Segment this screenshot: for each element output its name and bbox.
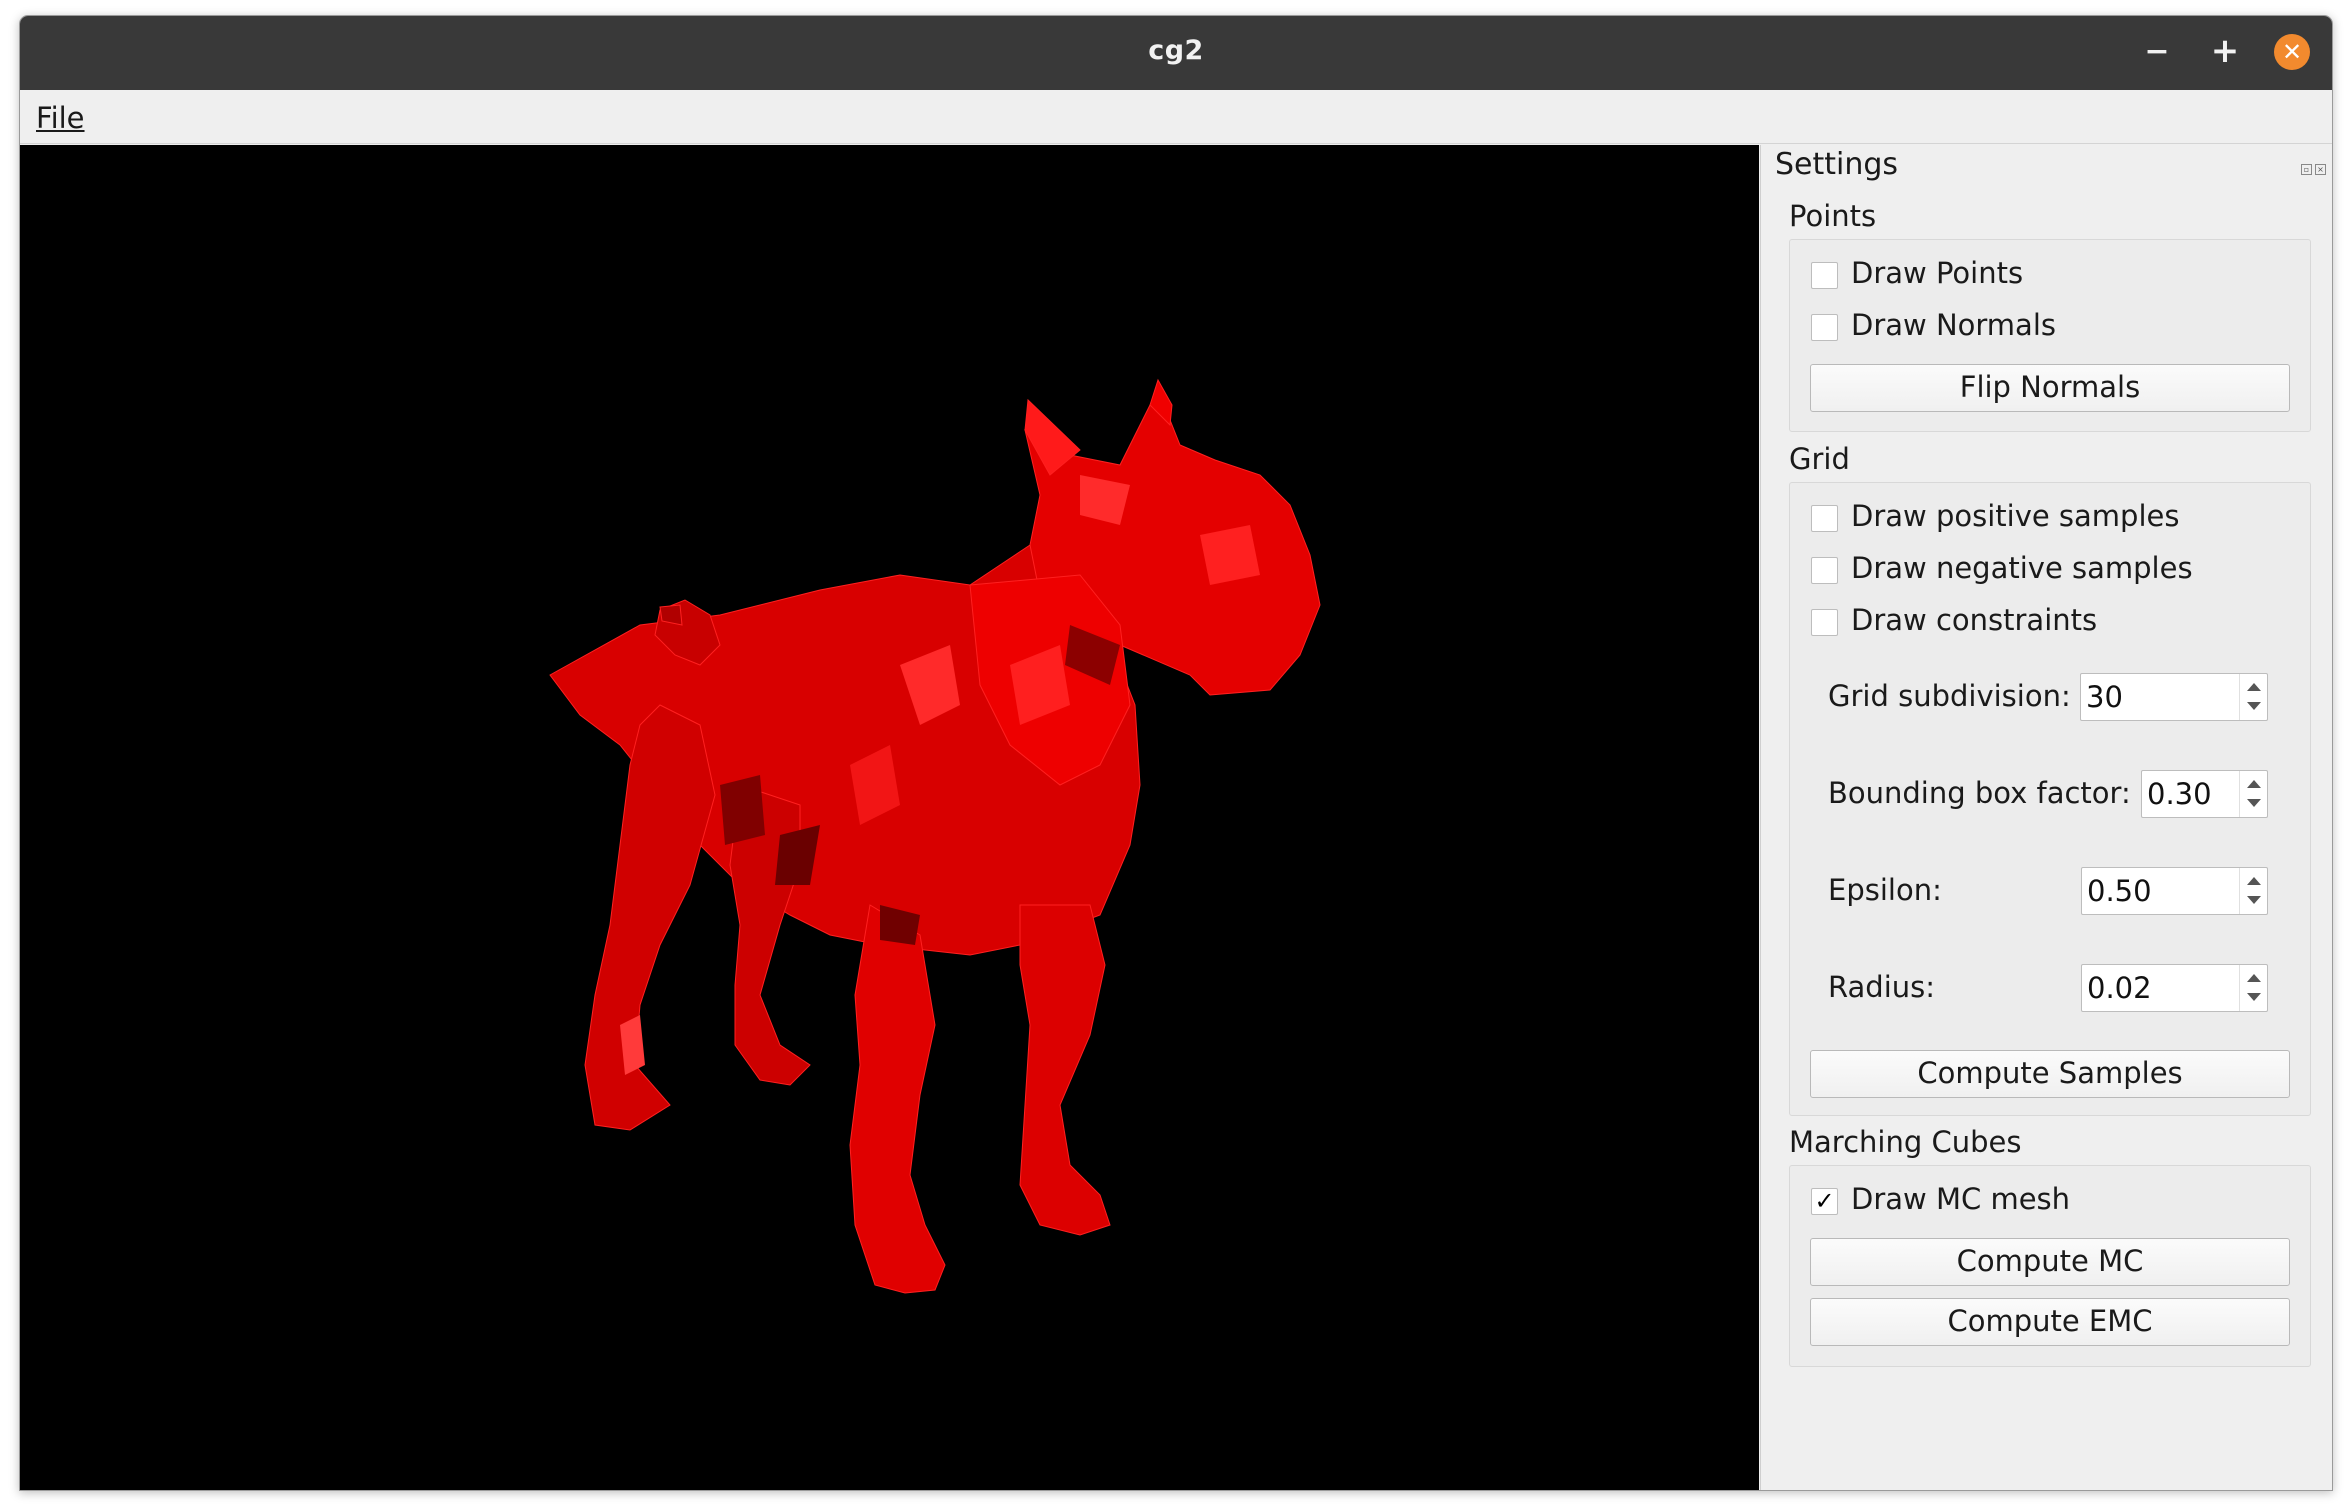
dock-close-icon[interactable]: ×: [2315, 164, 2326, 175]
radius-arrows[interactable]: [2239, 965, 2267, 1011]
radius-spinbox[interactable]: 0.02: [2081, 964, 2268, 1012]
bbox-factor-row: Bounding box factor: 0.30: [1828, 770, 2288, 820]
dock-title: Settings: [1775, 147, 1899, 182]
draw-constraints-box[interactable]: [1811, 609, 1838, 636]
draw-positive-label: Draw positive samples: [1851, 499, 2180, 533]
spin-down-icon[interactable]: [2247, 799, 2261, 807]
menu-bar: File: [20, 90, 2332, 144]
spin-up-icon[interactable]: [2247, 974, 2261, 982]
draw-points-box[interactable]: [1811, 262, 1838, 289]
gl-viewport[interactable]: [20, 145, 1759, 1490]
menu-file-label: File: [36, 101, 85, 135]
group-title-grid: Grid: [1789, 442, 1850, 476]
draw-normals-label: Draw Normals: [1851, 308, 2056, 342]
spin-down-icon[interactable]: [2247, 993, 2261, 1001]
mesh-front-leg-right: [1019, 904, 1111, 1236]
radius-value: 0.02: [2087, 971, 2152, 1005]
spin-down-icon[interactable]: [2247, 702, 2261, 710]
grid-subdivision-spinbox[interactable]: 30: [2080, 673, 2268, 721]
draw-positive-box[interactable]: [1811, 505, 1838, 532]
bbox-factor-spinbox[interactable]: 0.30: [2141, 770, 2268, 818]
maximize-icon[interactable]: +: [2207, 34, 2243, 70]
flip-normals-button[interactable]: Flip Normals: [1810, 364, 2290, 412]
close-icon[interactable]: ✕: [2274, 34, 2310, 70]
epsilon-value: 0.50: [2087, 874, 2152, 908]
spin-up-icon[interactable]: [2247, 780, 2261, 788]
radius-row: Radius: 0.02: [1828, 964, 2288, 1014]
bbox-factor-label: Bounding box factor:: [1828, 776, 2131, 810]
group-grid: Draw positive samples Draw negative samp…: [1789, 482, 2311, 1116]
radius-label: Radius:: [1828, 970, 1936, 1004]
compute-samples-button[interactable]: Compute Samples: [1810, 1050, 2290, 1098]
grid-subdivision-arrows[interactable]: [2239, 674, 2267, 720]
dock-float-icon[interactable]: ▫: [2301, 164, 2312, 175]
epsilon-arrows[interactable]: [2239, 868, 2267, 914]
compute-mc-button[interactable]: Compute MC: [1810, 1238, 2290, 1286]
draw-negative-label: Draw negative samples: [1851, 551, 2193, 585]
dock-buttons: ▫ ×: [2301, 157, 2331, 175]
checkmark-icon[interactable]: ✓: [1811, 1188, 1838, 1215]
compute-emc-button[interactable]: Compute EMC: [1810, 1298, 2290, 1346]
epsilon-spinbox[interactable]: 0.50: [2081, 867, 2268, 915]
grid-subdivision-value: 30: [2086, 680, 2123, 714]
spin-up-icon[interactable]: [2247, 877, 2261, 885]
app-window: cg2 − + ✕ File Settings ▫ × Points Draw …: [19, 15, 2333, 1491]
spin-up-icon[interactable]: [2247, 683, 2261, 691]
group-marching-cubes: ✓ Draw MC mesh Compute MC Compute EMC: [1789, 1165, 2311, 1367]
settings-dock: Settings ▫ × Points Draw Points Draw Norm…: [1760, 145, 2332, 1490]
facet-shadow-1: [720, 775, 765, 845]
group-title-points: Points: [1789, 199, 1877, 233]
menu-file[interactable]: File: [36, 101, 85, 135]
group-title-mc: Marching Cubes: [1789, 1125, 2022, 1159]
epsilon-label: Epsilon:: [1828, 873, 1942, 907]
window-title: cg2: [1148, 35, 1204, 66]
draw-negative-box[interactable]: [1811, 557, 1838, 584]
facet-highlight-3: [1200, 525, 1260, 585]
minimize-icon[interactable]: −: [2139, 34, 2175, 70]
grid-subdivision-row: Grid subdivision: 30: [1828, 673, 2288, 723]
epsilon-row: Epsilon: 0.50: [1828, 867, 2288, 917]
title-bar[interactable]: cg2 − + ✕: [20, 16, 2332, 90]
draw-normals-box[interactable]: [1811, 314, 1838, 341]
mesh-front-leg-left: [849, 904, 946, 1294]
grid-subdivision-label: Grid subdivision:: [1828, 679, 2071, 713]
draw-points-label: Draw Points: [1851, 256, 2024, 290]
spin-down-icon[interactable]: [2247, 896, 2261, 904]
draw-mc-mesh-label: Draw MC mesh: [1851, 1182, 2071, 1216]
bbox-factor-value: 0.30: [2147, 777, 2212, 811]
group-points: Draw Points Draw Normals Flip Normals: [1789, 239, 2311, 432]
mesh-back-leg-left: [584, 704, 716, 1131]
draw-constraints-label: Draw constraints: [1851, 603, 2098, 637]
dog-mesh-render: [549, 378, 1321, 1294]
bbox-factor-arrows[interactable]: [2239, 771, 2267, 817]
